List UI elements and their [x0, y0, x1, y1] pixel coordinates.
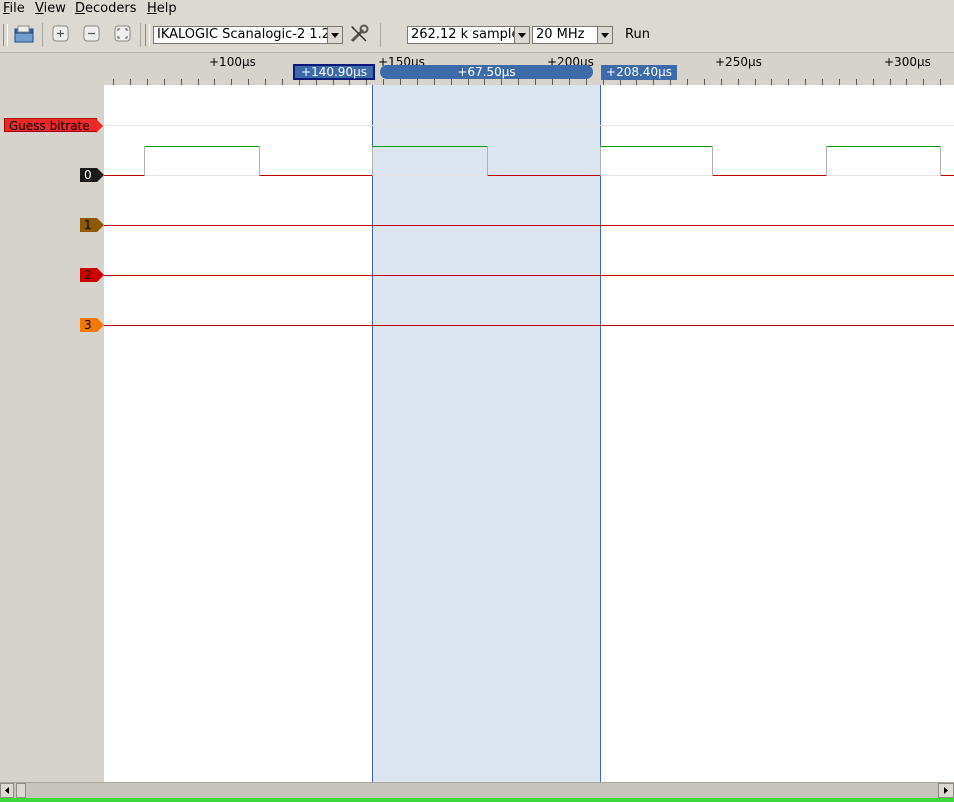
zoom-in-icon — [52, 25, 69, 42]
arrow-right-icon — [97, 318, 104, 332]
configure-icon — [350, 24, 369, 43]
cursor-selection-region — [372, 85, 600, 782]
open-button[interactable] — [13, 23, 35, 45]
zoom-out-button[interactable] — [81, 23, 103, 45]
ruler-label: +100µs — [209, 55, 256, 69]
channel-label-text: 1 — [84, 218, 92, 232]
configure-device-button[interactable] — [348, 23, 370, 45]
arrow-left-icon — [5, 787, 9, 794]
samplerate-value: 20 MHz — [536, 27, 585, 42]
device-select-value: IKALOGIC Scanalogic-2 1.2 — [157, 27, 331, 42]
cursor-right-flag[interactable]: +208.40µs — [601, 65, 677, 80]
arrow-right-icon — [97, 268, 104, 282]
device-select[interactable]: IKALOGIC Scanalogic-2 1.2 — [153, 26, 343, 44]
scroll-left-button[interactable] — [0, 783, 14, 798]
channel-label-0[interactable]: 0 — [80, 168, 104, 182]
menu-help[interactable]: Help — [147, 1, 177, 16]
chevron-down-icon — [514, 27, 529, 43]
zoom-fit-button[interactable] — [112, 23, 134, 45]
channel-label-text: 0 — [84, 168, 92, 182]
samplerate-select[interactable]: 20 MHz — [532, 26, 613, 44]
chevron-down-icon — [597, 27, 612, 43]
trace-canvas[interactable] — [104, 85, 954, 782]
cursor-span-flag[interactable]: +67.50µs — [380, 65, 593, 79]
toolbar-grip[interactable] — [3, 24, 8, 46]
status-strip — [0, 798, 954, 802]
run-button[interactable]: Run — [618, 26, 657, 44]
scroll-right-button[interactable] — [938, 783, 954, 798]
sample-count-value: 262.12 k samples — [411, 27, 527, 42]
chevron-down-icon — [327, 27, 342, 43]
toolbar: IKALOGIC Scanalogic-2 1.2 262.12 k sampl… — [0, 18, 954, 53]
toolbar-separator — [42, 23, 43, 47]
channel-label-2[interactable]: 2 — [80, 268, 104, 282]
arrow-right-icon — [944, 787, 948, 794]
decoder-label-guess-bitrate[interactable]: Guess bitrate — [4, 118, 103, 133]
menu-file[interactable]: File — [3, 1, 25, 16]
menu-decoders[interactable]: Decoders — [75, 1, 136, 16]
trace-viewport[interactable] — [104, 85, 954, 782]
arrow-right-icon — [97, 168, 104, 182]
scrollbar-thumb[interactable] — [16, 783, 26, 798]
zoom-out-icon — [83, 25, 100, 42]
zoom-fit-icon — [114, 25, 131, 42]
channel-label-text: 2 — [84, 268, 92, 282]
toolbar-separator — [140, 23, 141, 47]
channel-label-text: 3 — [84, 318, 92, 332]
toolbar-separator — [380, 23, 381, 47]
toolbar-grip[interactable] — [145, 24, 150, 46]
cursor-left-flag[interactable]: +140.90µs — [293, 64, 375, 80]
zoom-in-button[interactable] — [50, 23, 72, 45]
ruler-label: +250µs — [715, 55, 762, 69]
channel-header-panel: Guess bitrate 0 1 2 3 — [0, 85, 104, 782]
horizontal-scrollbar[interactable] — [0, 782, 954, 798]
channel-label-3[interactable]: 3 — [80, 318, 104, 332]
menu-view[interactable]: View — [35, 1, 66, 16]
ruler-label: +300µs — [884, 55, 931, 69]
arrow-right-icon — [96, 119, 103, 133]
menubar: File View Decoders Help — [0, 0, 954, 18]
channel-label-1[interactable]: 1 — [80, 218, 104, 232]
decoder-label-text: Guess bitrate — [9, 119, 90, 133]
open-icon — [14, 25, 34, 43]
sample-count-select[interactable]: 262.12 k samples — [407, 26, 530, 44]
arrow-right-icon — [97, 218, 104, 232]
